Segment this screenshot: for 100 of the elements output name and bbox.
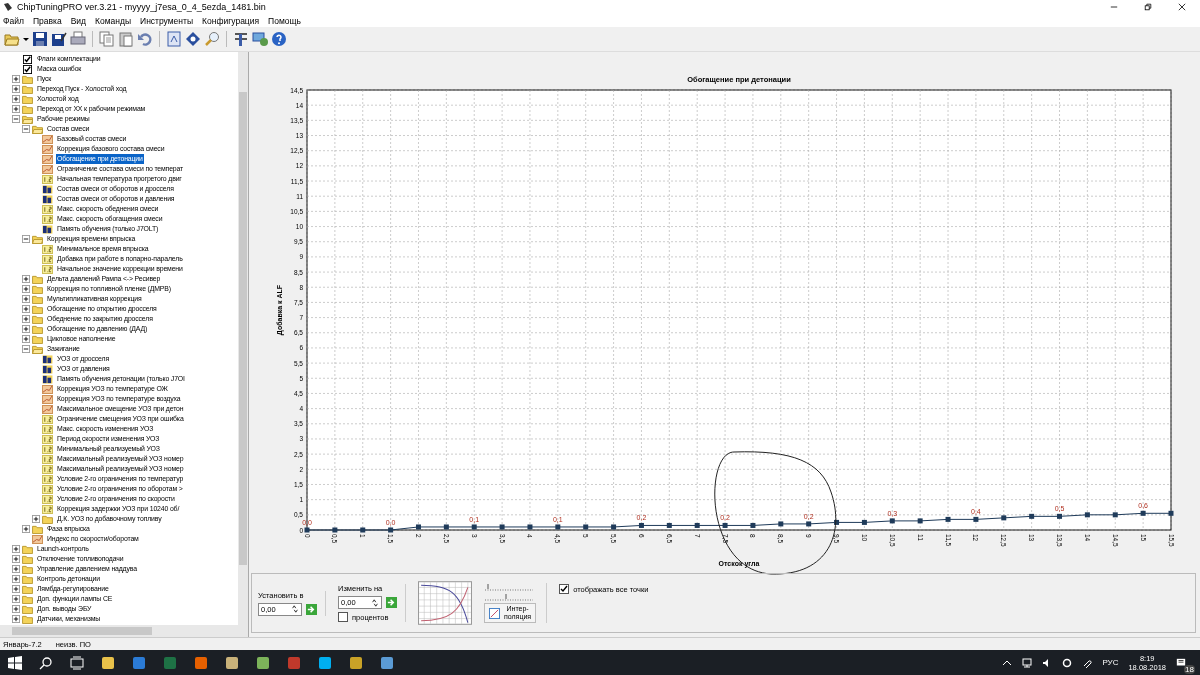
start-icon[interactable] [8,655,22,670]
maximize-icon[interactable] [1144,3,1152,11]
data-point[interactable] [750,522,756,528]
expander-icon[interactable] [22,315,30,323]
menu-item[interactable]: Инструменты [140,15,194,26]
slider-drawing[interactable] [484,593,534,601]
data-point[interactable] [917,518,923,524]
expander-icon[interactable] [12,585,20,593]
app-icon[interactable] [349,655,363,670]
data-point[interactable] [499,524,505,530]
notification-count: 18 [1184,664,1195,674]
expander-icon[interactable] [12,605,20,613]
tools-icon[interactable] [233,31,249,47]
spin-arrows-icon[interactable] [291,605,299,613]
data-point[interactable] [778,521,784,527]
horizontal-scrollbar[interactable] [0,625,248,637]
data-point[interactable] [722,522,728,528]
save-icon[interactable] [32,31,48,47]
expander-icon[interactable] [12,575,20,583]
data-point[interactable] [945,516,951,522]
app-icon[interactable] [225,655,239,670]
expander-icon[interactable] [12,615,20,623]
data-point[interactable] [1140,510,1146,516]
show-all-points-checkbox[interactable] [559,584,570,594]
menu-item[interactable]: Команды [95,15,132,26]
data-point[interactable] [360,527,366,533]
help-icon[interactable] [271,31,287,47]
data-point[interactable] [1112,512,1118,518]
data-point[interactable] [638,522,644,528]
expander-icon[interactable] [22,275,30,283]
data-point[interactable] [443,524,449,530]
data-point[interactable] [583,524,589,530]
expander-icon[interactable] [22,285,30,293]
data-point[interactable] [694,522,700,528]
language-indicator[interactable]: РУС [1102,658,1119,667]
document-icon[interactable] [166,31,182,47]
slider-drawing[interactable] [484,583,534,591]
data-point[interactable] [1057,513,1062,519]
expander-icon[interactable] [22,335,30,343]
spin-arrows-icon[interactable] [371,598,379,607]
data-point[interactable] [611,524,617,530]
percent-checkbox[interactable] [338,612,348,622]
expander-icon[interactable] [12,105,20,113]
expander-icon[interactable] [12,75,20,83]
expander-icon[interactable] [22,295,30,303]
paperclip-icon[interactable] [1082,657,1093,668]
expander-icon[interactable] [22,325,30,333]
app-icon[interactable] [380,655,394,670]
data-point[interactable] [332,527,338,533]
expander-icon[interactable] [12,565,20,573]
data-point[interactable] [527,524,533,530]
expander-icon[interactable] [12,95,20,103]
expander-icon[interactable] [12,85,20,93]
close-icon[interactable] [1178,3,1186,11]
data-point[interactable] [555,524,561,530]
network-icon[interactable] [1022,657,1033,668]
vertical-scrollbar[interactable] [238,52,248,625]
ring-icon[interactable] [1062,657,1073,668]
expander-icon[interactable] [12,545,20,553]
app-icon[interactable] [194,655,208,670]
notification-icon[interactable] [1176,657,1186,668]
data-point[interactable] [1084,512,1090,518]
menu-item[interactable]: Вид [70,15,86,26]
data-point[interactable] [834,519,840,525]
data-point[interactable] [806,521,812,527]
app-icon[interactable] [256,655,270,670]
data-point[interactable] [889,518,895,524]
menu-item[interactable]: Правка [32,15,62,26]
data-point[interactable] [666,522,672,528]
save-as-icon[interactable] [51,31,67,47]
data-point[interactable] [861,519,867,525]
data-point[interactable] [471,524,477,530]
copy-icon[interactable] [99,31,115,47]
data-point[interactable] [304,527,310,533]
expander-icon[interactable] [12,595,20,603]
expander-icon[interactable] [32,515,40,523]
monitor-icon[interactable] [252,31,268,47]
search-icon[interactable] [39,655,53,670]
apply-arrow-icon[interactable] [386,597,397,608]
apply-arrow-icon[interactable] [306,603,317,615]
minimize-icon[interactable] [1110,3,1118,11]
paste-icon[interactable] [118,31,134,47]
app-icon[interactable] [101,655,115,670]
expander-icon[interactable] [22,305,30,313]
expander-icon[interactable] [12,555,20,563]
constant-icon [42,484,53,494]
undo-icon[interactable] [137,31,153,47]
data-point[interactable] [1029,513,1035,519]
diamond-icon[interactable] [185,31,201,47]
menu-item[interactable]: Файл [3,15,24,26]
task-view-icon[interactable] [70,655,84,670]
menu-item[interactable]: Конфигурация [202,15,260,26]
data-point[interactable] [388,527,394,533]
app-icon[interactable] [132,655,146,670]
data-point[interactable] [1168,510,1174,516]
data-point[interactable] [1001,515,1007,521]
expander-icon[interactable] [22,525,30,533]
app-icon[interactable] [318,655,332,670]
data-point[interactable] [973,516,979,522]
menu-item[interactable]: Помощь [268,15,301,26]
